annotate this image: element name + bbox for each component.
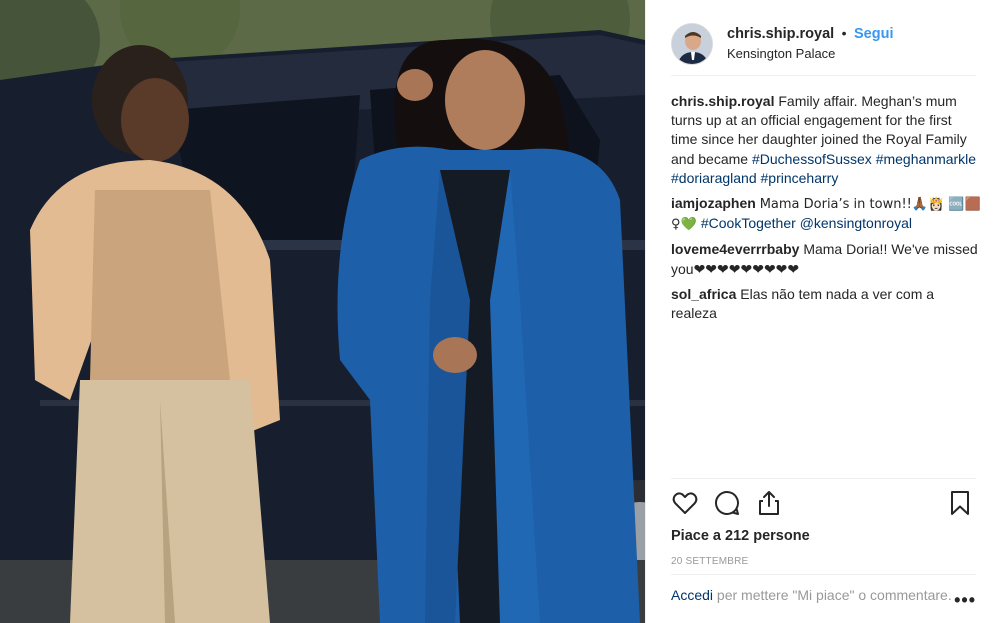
comments-list: chris.ship.royal Family affair. Meghan’s… xyxy=(671,92,981,329)
bookmark-icon[interactable] xyxy=(946,489,976,519)
photo-illustration xyxy=(0,0,645,623)
post-photo[interactable] xyxy=(0,0,645,623)
login-prompt-text: per mettere "Mi piace" o commentare. xyxy=(713,587,952,603)
login-link[interactable]: Accedi xyxy=(671,587,713,603)
username-link[interactable]: chris.ship.royal xyxy=(727,26,834,42)
comment: iamjozaphen Mama Doria’s in town!!🙏🏾👸🏻 🆒… xyxy=(671,194,981,234)
comment-username[interactable]: chris.ship.royal xyxy=(671,93,774,109)
post-side-panel: chris.ship.royal • Segui Kensington Pala… xyxy=(645,0,1000,623)
hashtag-link[interactable]: #princeharry xyxy=(761,170,839,186)
hashtag-link[interactable]: #meghanmarkle xyxy=(876,151,976,167)
login-prompt: Accedi per mettere "Mi piace" o commenta… xyxy=(671,574,976,623)
post-actions: Piace a 212 persone 20 SETTEMBRE xyxy=(671,478,976,574)
comment-username[interactable]: sol_africa xyxy=(671,286,736,302)
share-icon[interactable] xyxy=(755,489,785,519)
hashtag-link[interactable]: #DuchessofSussex xyxy=(752,151,872,167)
mention-link[interactable]: @kensingtonroyal xyxy=(800,215,912,231)
action-icons xyxy=(671,489,976,519)
likes-count[interactable]: Piace a 212 persone xyxy=(671,528,810,544)
follow-button[interactable]: Segui xyxy=(854,26,893,42)
post-date: 20 SETTEMBRE xyxy=(671,556,749,567)
avatar[interactable] xyxy=(671,22,713,65)
more-options-icon[interactable]: ••• xyxy=(954,591,976,610)
avatar-image xyxy=(672,23,712,64)
comment: sol_africa Elas não tem nada a ver com a… xyxy=(671,285,981,323)
heart-icon[interactable] xyxy=(671,489,701,519)
comment: loveme4everrrbaby Mama Doria!! We've mis… xyxy=(671,240,981,278)
comment-username[interactable]: iamjozaphen xyxy=(671,195,756,211)
hashtag-link[interactable]: #CookTogether xyxy=(701,215,796,231)
separator-dot: • xyxy=(841,25,847,41)
location-link[interactable]: Kensington Palace xyxy=(727,44,893,63)
post-header: chris.ship.royal • Segui Kensington Pala… xyxy=(671,12,976,76)
caption: chris.ship.royal Family affair. Meghan’s… xyxy=(671,92,981,188)
hashtag-link[interactable]: #doriaragland xyxy=(671,170,757,186)
comment-username[interactable]: loveme4everrrbaby xyxy=(671,241,799,257)
comment-icon[interactable] xyxy=(713,489,743,519)
